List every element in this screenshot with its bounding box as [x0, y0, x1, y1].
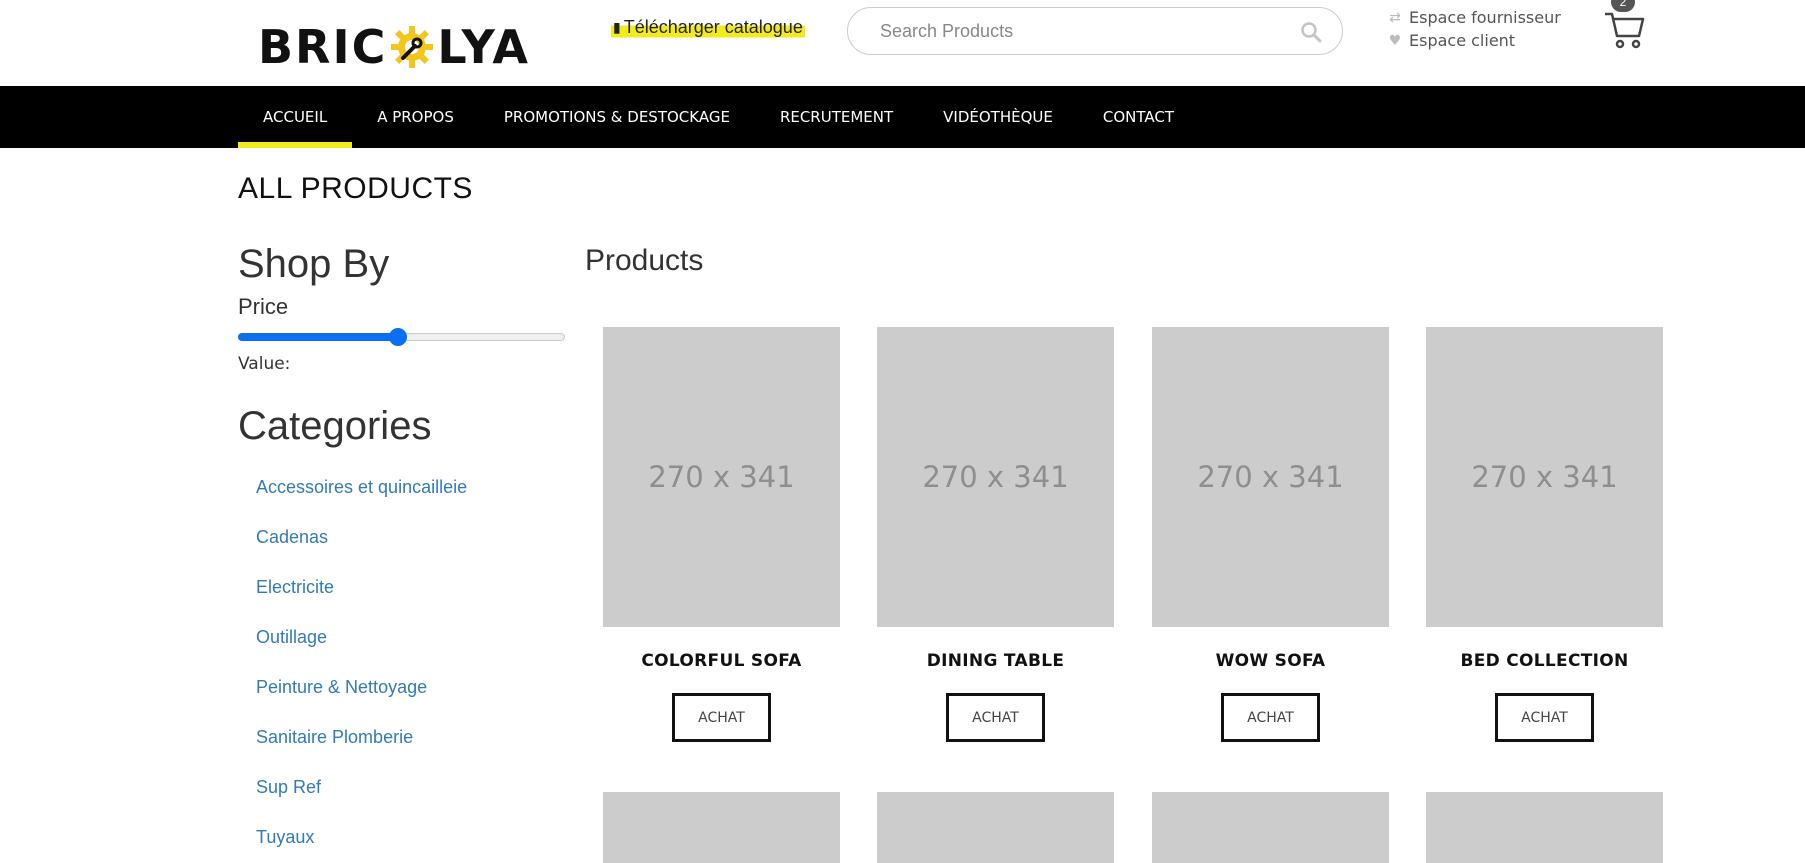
nav-item-accueil[interactable]: ACCUEIL: [238, 86, 353, 148]
category-list: Accessoires et quincailleie Cadenas Elec…: [238, 462, 568, 862]
site-header: BRIC LYA ▮ Télécharger catalogue Search …: [0, 0, 1805, 86]
product-name[interactable]: DINING TABLE: [877, 651, 1114, 671]
price-slider-fill: [238, 333, 399, 341]
category-link[interactable]: Peinture & Nettoyage: [238, 662, 568, 712]
shopping-cart-icon[interactable]: [1603, 6, 1647, 50]
buy-button[interactable]: ACHAT: [672, 693, 771, 742]
category-link[interactable]: Electricite: [238, 562, 568, 612]
book-icon: ▮: [613, 18, 621, 35]
product-image-placeholder[interactable]: 270 x 341: [877, 327, 1114, 627]
shop-sidebar: Shop By Price Value: Categories Accessoi…: [238, 238, 568, 862]
catalogue-label: Télécharger catalogue: [623, 16, 803, 37]
shop-by-heading: Shop By: [238, 242, 390, 286]
product-card: 270 x 341 COLORFUL SOFA ACHAT: [603, 327, 840, 742]
product-image-placeholder[interactable]: 270 x 341: [1426, 327, 1663, 627]
client-space-link[interactable]: ♥ Espace client: [1387, 29, 1561, 52]
search-icon[interactable]: [1300, 21, 1322, 43]
nav-item-videotheque[interactable]: VIDÉOTHÈQUE: [918, 86, 1078, 148]
logo-text-right: LYA: [437, 20, 531, 74]
product-name[interactable]: BED COLLECTION: [1426, 651, 1663, 671]
price-slider-thumb[interactable]: [389, 328, 408, 346]
buy-button[interactable]: ACHAT: [1221, 693, 1320, 742]
category-link[interactable]: Accessoires et quincailleie: [238, 462, 568, 512]
product-card: 270 x 341 BED COLLECTION ACHAT: [1426, 327, 1663, 742]
main-navigation: ACCUEIL A PROPOS PROMOTIONS & DESTOCKAGE…: [0, 86, 1805, 148]
category-link[interactable]: Cadenas: [238, 512, 568, 562]
category-link[interactable]: Outillage: [238, 612, 568, 662]
category-link[interactable]: Sup Ref: [238, 762, 568, 812]
nav-item-a-propos[interactable]: A PROPOS: [352, 86, 479, 148]
products-heading: Products: [585, 244, 704, 277]
nav-item-recrutement[interactable]: RECRUTEMENT: [755, 86, 918, 148]
buy-button[interactable]: ACHAT: [1495, 693, 1594, 742]
product-name[interactable]: WOW SOFA: [1152, 651, 1389, 671]
search-bar: [847, 7, 1343, 55]
product-image-placeholder[interactable]: 270 x 341: [1152, 327, 1389, 627]
price-slider[interactable]: [238, 328, 565, 346]
nav-item-promotions[interactable]: PROMOTIONS & DESTOCKAGE: [479, 86, 755, 148]
supplier-space-link[interactable]: ⇄ Espace fournisseur: [1387, 6, 1561, 29]
categories-heading: Categories: [238, 404, 432, 448]
search-input[interactable]: [848, 20, 1268, 42]
product-image-placeholder[interactable]: [603, 792, 840, 863]
buy-button[interactable]: ACHAT: [946, 693, 1045, 742]
product-image-placeholder[interactable]: [1426, 792, 1663, 863]
category-link[interactable]: Tuyaux: [238, 812, 568, 862]
logo-text-left: BRIC: [258, 20, 388, 74]
gear-wrench-icon: [391, 26, 434, 68]
product-card: 270 x 341 WOW SOFA ACHAT: [1152, 327, 1389, 742]
price-label: Price: [238, 294, 289, 319]
product-image-placeholder[interactable]: 270 x 341: [603, 327, 840, 627]
exchange-icon: ⇄: [1389, 9, 1401, 26]
nav-item-contact[interactable]: CONTACT: [1078, 86, 1199, 148]
product-image-placeholder[interactable]: [1152, 792, 1389, 863]
product-name[interactable]: COLORFUL SOFA: [603, 651, 840, 671]
product-image-placeholder[interactable]: [877, 792, 1114, 863]
heart-icon: ♥: [1388, 32, 1402, 49]
product-card: 270 x 341 DINING TABLE ACHAT: [877, 327, 1114, 742]
site-logo[interactable]: BRIC LYA: [258, 22, 530, 72]
supplier-link-label: Espace fournisseur: [1409, 8, 1561, 27]
client-link-label: Espace client: [1409, 31, 1516, 50]
page-title: ALL PRODUCTS: [238, 172, 473, 205]
price-value-label: Value:: [238, 354, 291, 374]
download-catalogue-link[interactable]: ▮ Télécharger catalogue: [611, 14, 805, 40]
category-link[interactable]: Sanitaire Plomberie: [238, 712, 568, 762]
account-links: ⇄ Espace fournisseur ♥ Espace client: [1387, 6, 1561, 52]
